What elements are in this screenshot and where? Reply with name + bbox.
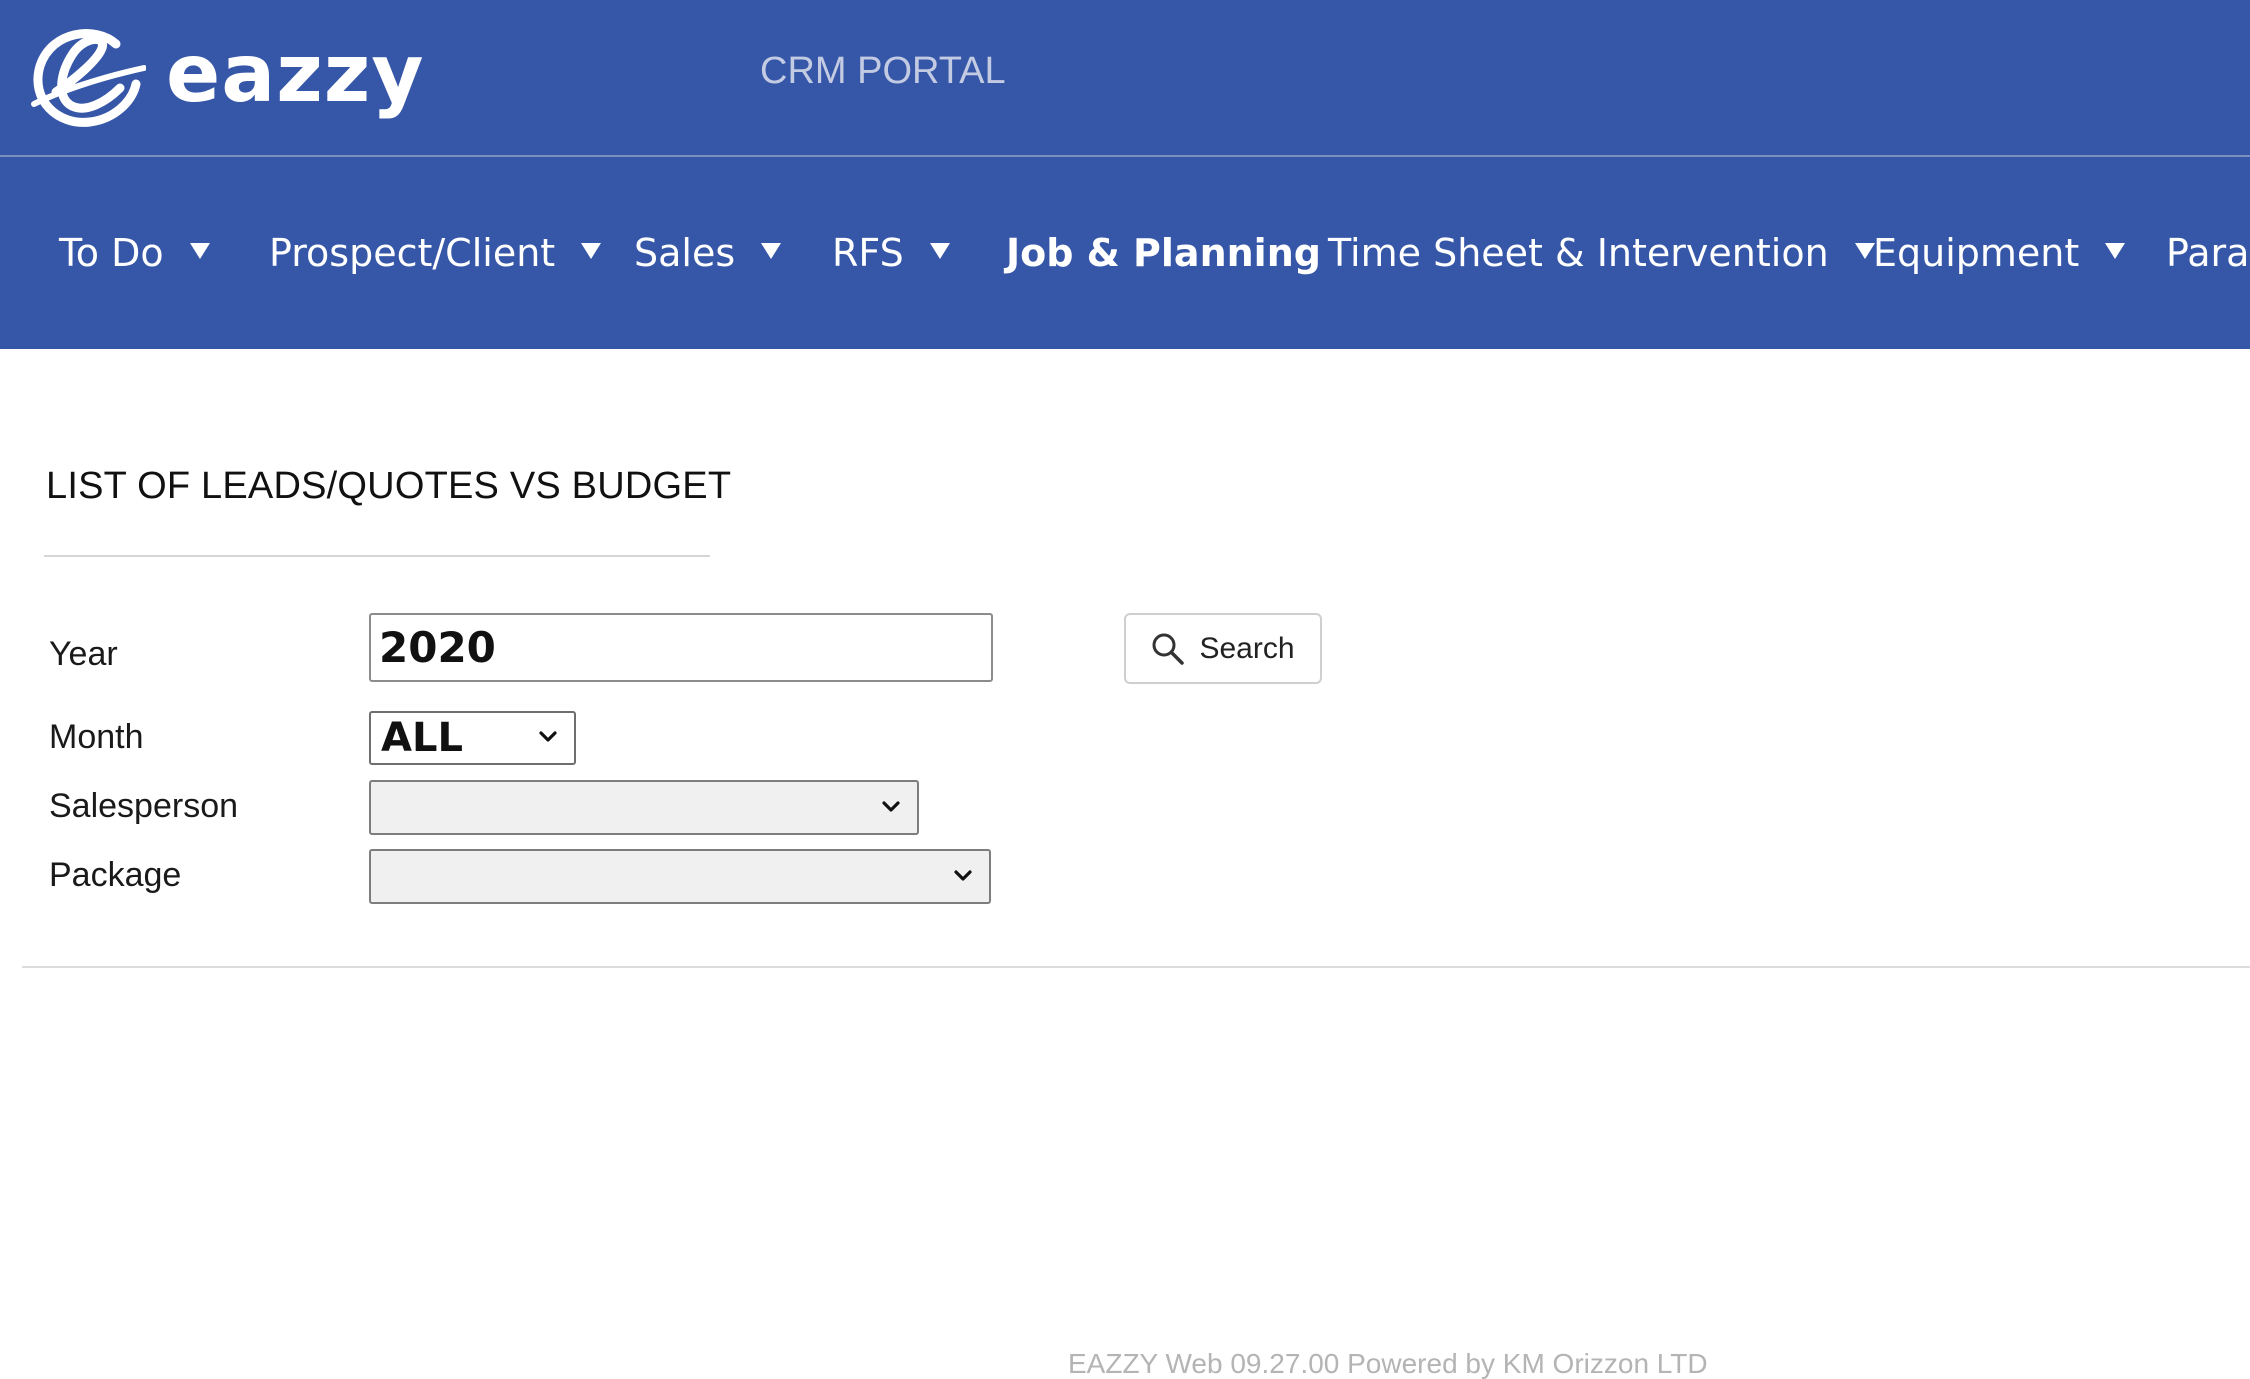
salesperson-label: Salesperson (49, 787, 239, 825)
caret-down-icon (1854, 243, 1875, 259)
nav-item-job-planning[interactable]: Job & Planning (1006, 157, 1321, 349)
salesperson-select[interactable] (369, 780, 919, 835)
chevron-down-icon (882, 800, 900, 812)
caret-down-icon (2105, 243, 2126, 259)
nav-item-label: RFS (832, 231, 904, 275)
nav-item-param[interactable]: Param (2166, 157, 2250, 349)
search-icon (1152, 633, 1185, 665)
caret-down-icon (581, 243, 602, 259)
nav-item-label: To Do (59, 231, 164, 275)
nav-item-time-sheet-intervention[interactable]: Time Sheet & Intervention (1328, 157, 1875, 349)
month-select-value: ALL (381, 715, 463, 761)
nav-item-label: Time Sheet & Intervention (1328, 231, 1829, 275)
year-input[interactable] (369, 613, 993, 682)
nav-item-label: Prospect/Client (269, 231, 556, 275)
footer-version: EAZZY Web 09.27.00 Powered by KM Orizzon… (1068, 1348, 1708, 1379)
nav-item-to-do[interactable]: To Do (59, 157, 210, 349)
month-select[interactable]: ALL (369, 711, 576, 765)
nav-item-prospect-client[interactable]: Prospect/Client (269, 157, 602, 349)
nav-item-label: Param (2166, 231, 2250, 275)
nav-item-label: Job & Planning (1006, 231, 1321, 275)
caret-down-icon (761, 243, 782, 259)
portal-title: CRM PORTAL (760, 50, 1006, 92)
package-label: Package (49, 856, 182, 894)
title-divider (44, 555, 710, 557)
search-button-label: Search (1199, 631, 1295, 665)
page-title: LIST OF LEADS/QUOTES VS BUDGET (46, 465, 732, 507)
chevron-down-icon (539, 731, 557, 742)
year-label: Year (49, 635, 118, 673)
nav-item-label: Sales (634, 231, 736, 275)
chevron-down-icon (954, 869, 972, 881)
eazzy-e-swirl-icon (31, 29, 146, 127)
logo[interactable]: eazzy (28, 22, 425, 134)
form-divider (22, 966, 2250, 968)
nav-item-rfs[interactable]: RFS (832, 157, 950, 349)
search-button[interactable]: Search (1124, 613, 1322, 684)
header-bar: eazzy CRM PORTAL (0, 0, 2250, 155)
package-select[interactable] (369, 849, 991, 904)
nav-item-sales[interactable]: Sales (634, 157, 782, 349)
month-label: Month (49, 718, 144, 756)
main-nav: To Do Prospect/Client Sales RFS Job & Pl… (0, 157, 2250, 349)
nav-item-label: Equipment (1873, 231, 2080, 275)
caret-down-icon (189, 243, 210, 259)
nav-item-equipment[interactable]: Equipment (1873, 157, 2126, 349)
brand-name: eazzy (166, 27, 425, 120)
caret-down-icon (929, 243, 950, 259)
